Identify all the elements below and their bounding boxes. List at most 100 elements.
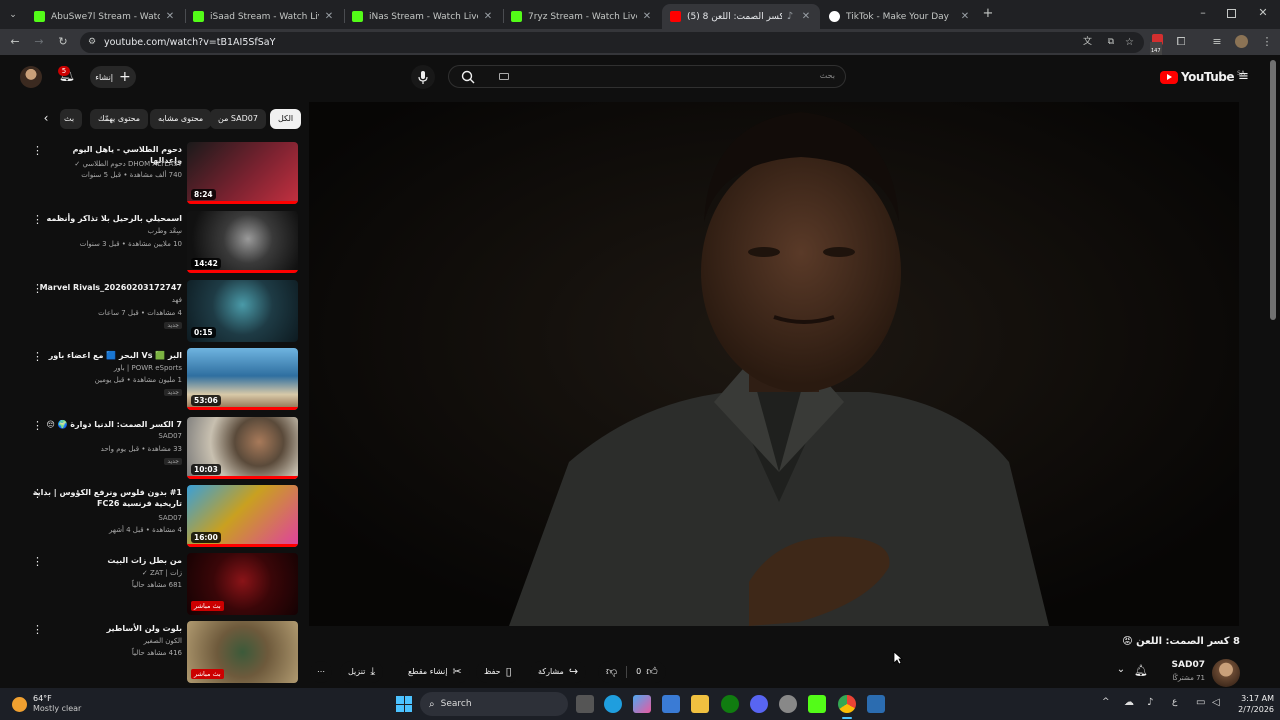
channel-name[interactable]: SAD07 bbox=[22, 513, 182, 523]
mic-tray-icon[interactable]: ♪ bbox=[1147, 697, 1153, 708]
browser-tab[interactable]: 7ryz Stream - Watch Live on Kick ✕ bbox=[503, 4, 661, 29]
video-thumbnail[interactable]: 53:06 bbox=[187, 348, 298, 410]
browser-tab[interactable]: iNas Stream - Watch Live on Kick ✕ bbox=[344, 4, 502, 29]
list-item[interactable]: ⋮ دحوم الطلاسي - ياهل اليوم وإعدالها DHO… bbox=[0, 142, 300, 208]
channel-avatar[interactable] bbox=[1212, 659, 1240, 687]
browser-menu-icon[interactable]: ⋮ bbox=[1258, 33, 1276, 51]
discord-icon[interactable] bbox=[750, 695, 768, 713]
video-thumbnail[interactable]: 16:00 bbox=[187, 485, 298, 547]
forward-icon[interactable]: → bbox=[30, 33, 48, 51]
video-thumbnail[interactable]: 14:42 bbox=[187, 211, 298, 273]
bookmark-star-icon[interactable]: ☆ bbox=[1125, 32, 1134, 53]
create-button[interactable]: إنشاء + bbox=[90, 66, 136, 88]
video-title[interactable]: 7 الكسر الصمت: الدنيا دوارة 🌍 😔 bbox=[42, 419, 182, 430]
download-button[interactable]: تنزيل ⤓ bbox=[340, 661, 384, 683]
notification-bell-icon[interactable]: 🔔︎ bbox=[1134, 664, 1148, 677]
dislike-button[interactable]: 👎︎ bbox=[606, 661, 617, 683]
more-actions-icon[interactable]: ⋮ bbox=[32, 623, 43, 636]
search-box[interactable]: بحث bbox=[448, 65, 846, 88]
video-title[interactable]: #1 بدون فلوس ونرفع الكؤوس | بداية تاريخي… bbox=[32, 487, 182, 509]
channel-name[interactable]: فهد bbox=[22, 295, 182, 305]
video-thumbnail[interactable]: 0:15 bbox=[187, 280, 298, 342]
input-language[interactable]: ع bbox=[1172, 697, 1177, 707]
browser-tab[interactable]: TikTok - Make Your Day ✕ bbox=[821, 4, 979, 29]
file-explorer-icon[interactable] bbox=[691, 695, 709, 713]
xbox-icon[interactable] bbox=[721, 695, 739, 713]
chip-from-channel[interactable]: من SAD07 bbox=[210, 109, 266, 129]
keyboard-icon[interactable] bbox=[499, 73, 509, 80]
tab-search-button[interactable]: ⌄ bbox=[6, 8, 20, 22]
back-icon[interactable]: ← bbox=[6, 33, 24, 51]
video-player[interactable] bbox=[309, 102, 1239, 626]
save-button[interactable]: حفظ ▯ bbox=[476, 661, 520, 683]
close-tab-icon[interactable]: ✕ bbox=[800, 11, 812, 22]
list-item[interactable]: ⋮ Marvel Rivals_20260203172747 فهد 4 مشا… bbox=[0, 280, 300, 346]
chips-prev-icon[interactable]: ‹ bbox=[38, 111, 54, 125]
onedrive-icon[interactable]: ☁ bbox=[1124, 697, 1134, 708]
network-icon[interactable]: ▭ bbox=[1196, 697, 1205, 708]
store-icon[interactable] bbox=[662, 695, 680, 713]
new-tab-button[interactable]: + bbox=[980, 6, 996, 21]
edge-icon[interactable] bbox=[604, 695, 622, 713]
video-title[interactable]: البر 🟩 Vs البحر 🟦 مع اعضاء باور bbox=[42, 350, 182, 361]
app-icon[interactable] bbox=[779, 695, 797, 713]
video-title[interactable]: بلوت ولن الأساطير bbox=[42, 623, 182, 634]
video-title[interactable]: من بطل زات البيت bbox=[42, 555, 182, 566]
app-shield-icon[interactable] bbox=[867, 695, 885, 713]
list-item[interactable]: ⋮ البر 🟩 Vs البحر 🟦 مع اعضاء باور POWR e… bbox=[0, 348, 300, 414]
video-thumbnail[interactable]: 10:03 bbox=[187, 417, 298, 479]
like-button[interactable]: 👍︎ bbox=[646, 661, 658, 683]
video-thumbnail[interactable]: بث مباشر bbox=[187, 621, 298, 683]
minimize-icon[interactable]: – bbox=[1196, 6, 1210, 19]
task-view-icon[interactable] bbox=[576, 695, 594, 713]
browser-tab-active[interactable]: (5) 8 كسر الصمت: اللعن 😡 ♪ ✕ bbox=[662, 4, 820, 29]
voice-search-button[interactable] bbox=[411, 65, 435, 89]
chip-all[interactable]: الكل bbox=[270, 109, 302, 129]
kick-app-icon[interactable] bbox=[808, 695, 826, 713]
list-item[interactable]: ⋮ اسمحيلي بالرحيل بلا تذاكر وأنظمه سِعْد… bbox=[0, 211, 300, 277]
reload-icon[interactable]: ↻ bbox=[54, 33, 72, 51]
close-tab-icon[interactable]: ✕ bbox=[959, 11, 971, 22]
chip-stream[interactable]: بث bbox=[60, 109, 82, 129]
channel-name[interactable]: زات | ZAT ✓ bbox=[22, 568, 182, 578]
more-actions-icon[interactable]: ⋮ bbox=[32, 350, 43, 363]
profile-avatar[interactable] bbox=[1232, 33, 1250, 51]
start-button[interactable] bbox=[396, 696, 412, 712]
clock[interactable]: 3:17 AM 2/7/2026 bbox=[1228, 693, 1274, 715]
list-item[interactable]: ⋮ بلوت ولن الأساطير الكون الصغير 416 مشا… bbox=[0, 621, 300, 687]
channel-name[interactable]: SAD07 bbox=[22, 431, 182, 441]
channel-name[interactable]: DHOM ALTLASY دحوم الطلاسي ✓ bbox=[22, 159, 182, 169]
list-item[interactable]: ⋮ #1 بدون فلوس ونرفع الكؤوس | بداية تاري… bbox=[0, 485, 300, 551]
video-title[interactable]: Marvel Rivals_20260203172747 bbox=[32, 282, 182, 293]
close-tab-icon[interactable]: ✕ bbox=[482, 11, 494, 22]
chip-for-you[interactable]: محتوى يهمّك bbox=[90, 109, 149, 129]
clip-button[interactable]: إنشاء مقطع ✂ bbox=[400, 661, 470, 683]
subscription-chevron-icon[interactable]: ⌄ bbox=[1115, 664, 1127, 675]
extensions-puzzle-icon[interactable]: ⧠ bbox=[1172, 33, 1190, 51]
more-actions-icon[interactable]: ⋮ bbox=[32, 213, 43, 226]
account-avatar[interactable] bbox=[20, 66, 42, 88]
search-input[interactable]: بحث bbox=[820, 71, 835, 80]
browser-tab[interactable]: iSaad Stream - Watch Live on Kick ✕ bbox=[185, 4, 343, 29]
search-icon[interactable] bbox=[461, 69, 475, 88]
volume-icon[interactable]: ◁ bbox=[1212, 697, 1220, 708]
browser-tab[interactable]: AbuSwe7l Stream - Watch Live on Ki ✕ bbox=[26, 4, 184, 29]
channel-name[interactable]: الكون الصغير bbox=[22, 636, 182, 646]
more-actions-icon[interactable]: ⋮ bbox=[32, 555, 43, 568]
close-tab-icon[interactable]: ✕ bbox=[164, 11, 176, 22]
channel-name[interactable]: POWR eSports | باور bbox=[22, 363, 182, 373]
address-bar[interactable]: ⚙ youtube.com/watch?v=tB1AI5SfSaY 文 ⧉ ☆ bbox=[80, 32, 1144, 53]
chip-related[interactable]: محتوى مشابه bbox=[150, 109, 212, 129]
close-window-icon[interactable]: ✕ bbox=[1256, 6, 1270, 19]
guide-menu-icon[interactable]: ≡ bbox=[1238, 70, 1252, 83]
share-button[interactable]: مشاركة ↪ bbox=[530, 661, 587, 683]
audio-playing-icon[interactable]: ♪ bbox=[784, 11, 796, 22]
more-actions-button[interactable]: ⋯ bbox=[310, 661, 332, 683]
install-app-icon[interactable]: ⧉ bbox=[1108, 32, 1114, 53]
close-tab-icon[interactable]: ✕ bbox=[323, 11, 335, 22]
more-actions-icon[interactable]: ⋮ bbox=[32, 144, 43, 157]
extension-icon[interactable]: 147 bbox=[1148, 33, 1166, 60]
copilot-icon[interactable] bbox=[633, 695, 651, 713]
chrome-icon[interactable] bbox=[838, 695, 856, 713]
youtube-logo[interactable]: YouTube SA bbox=[1160, 68, 1245, 86]
